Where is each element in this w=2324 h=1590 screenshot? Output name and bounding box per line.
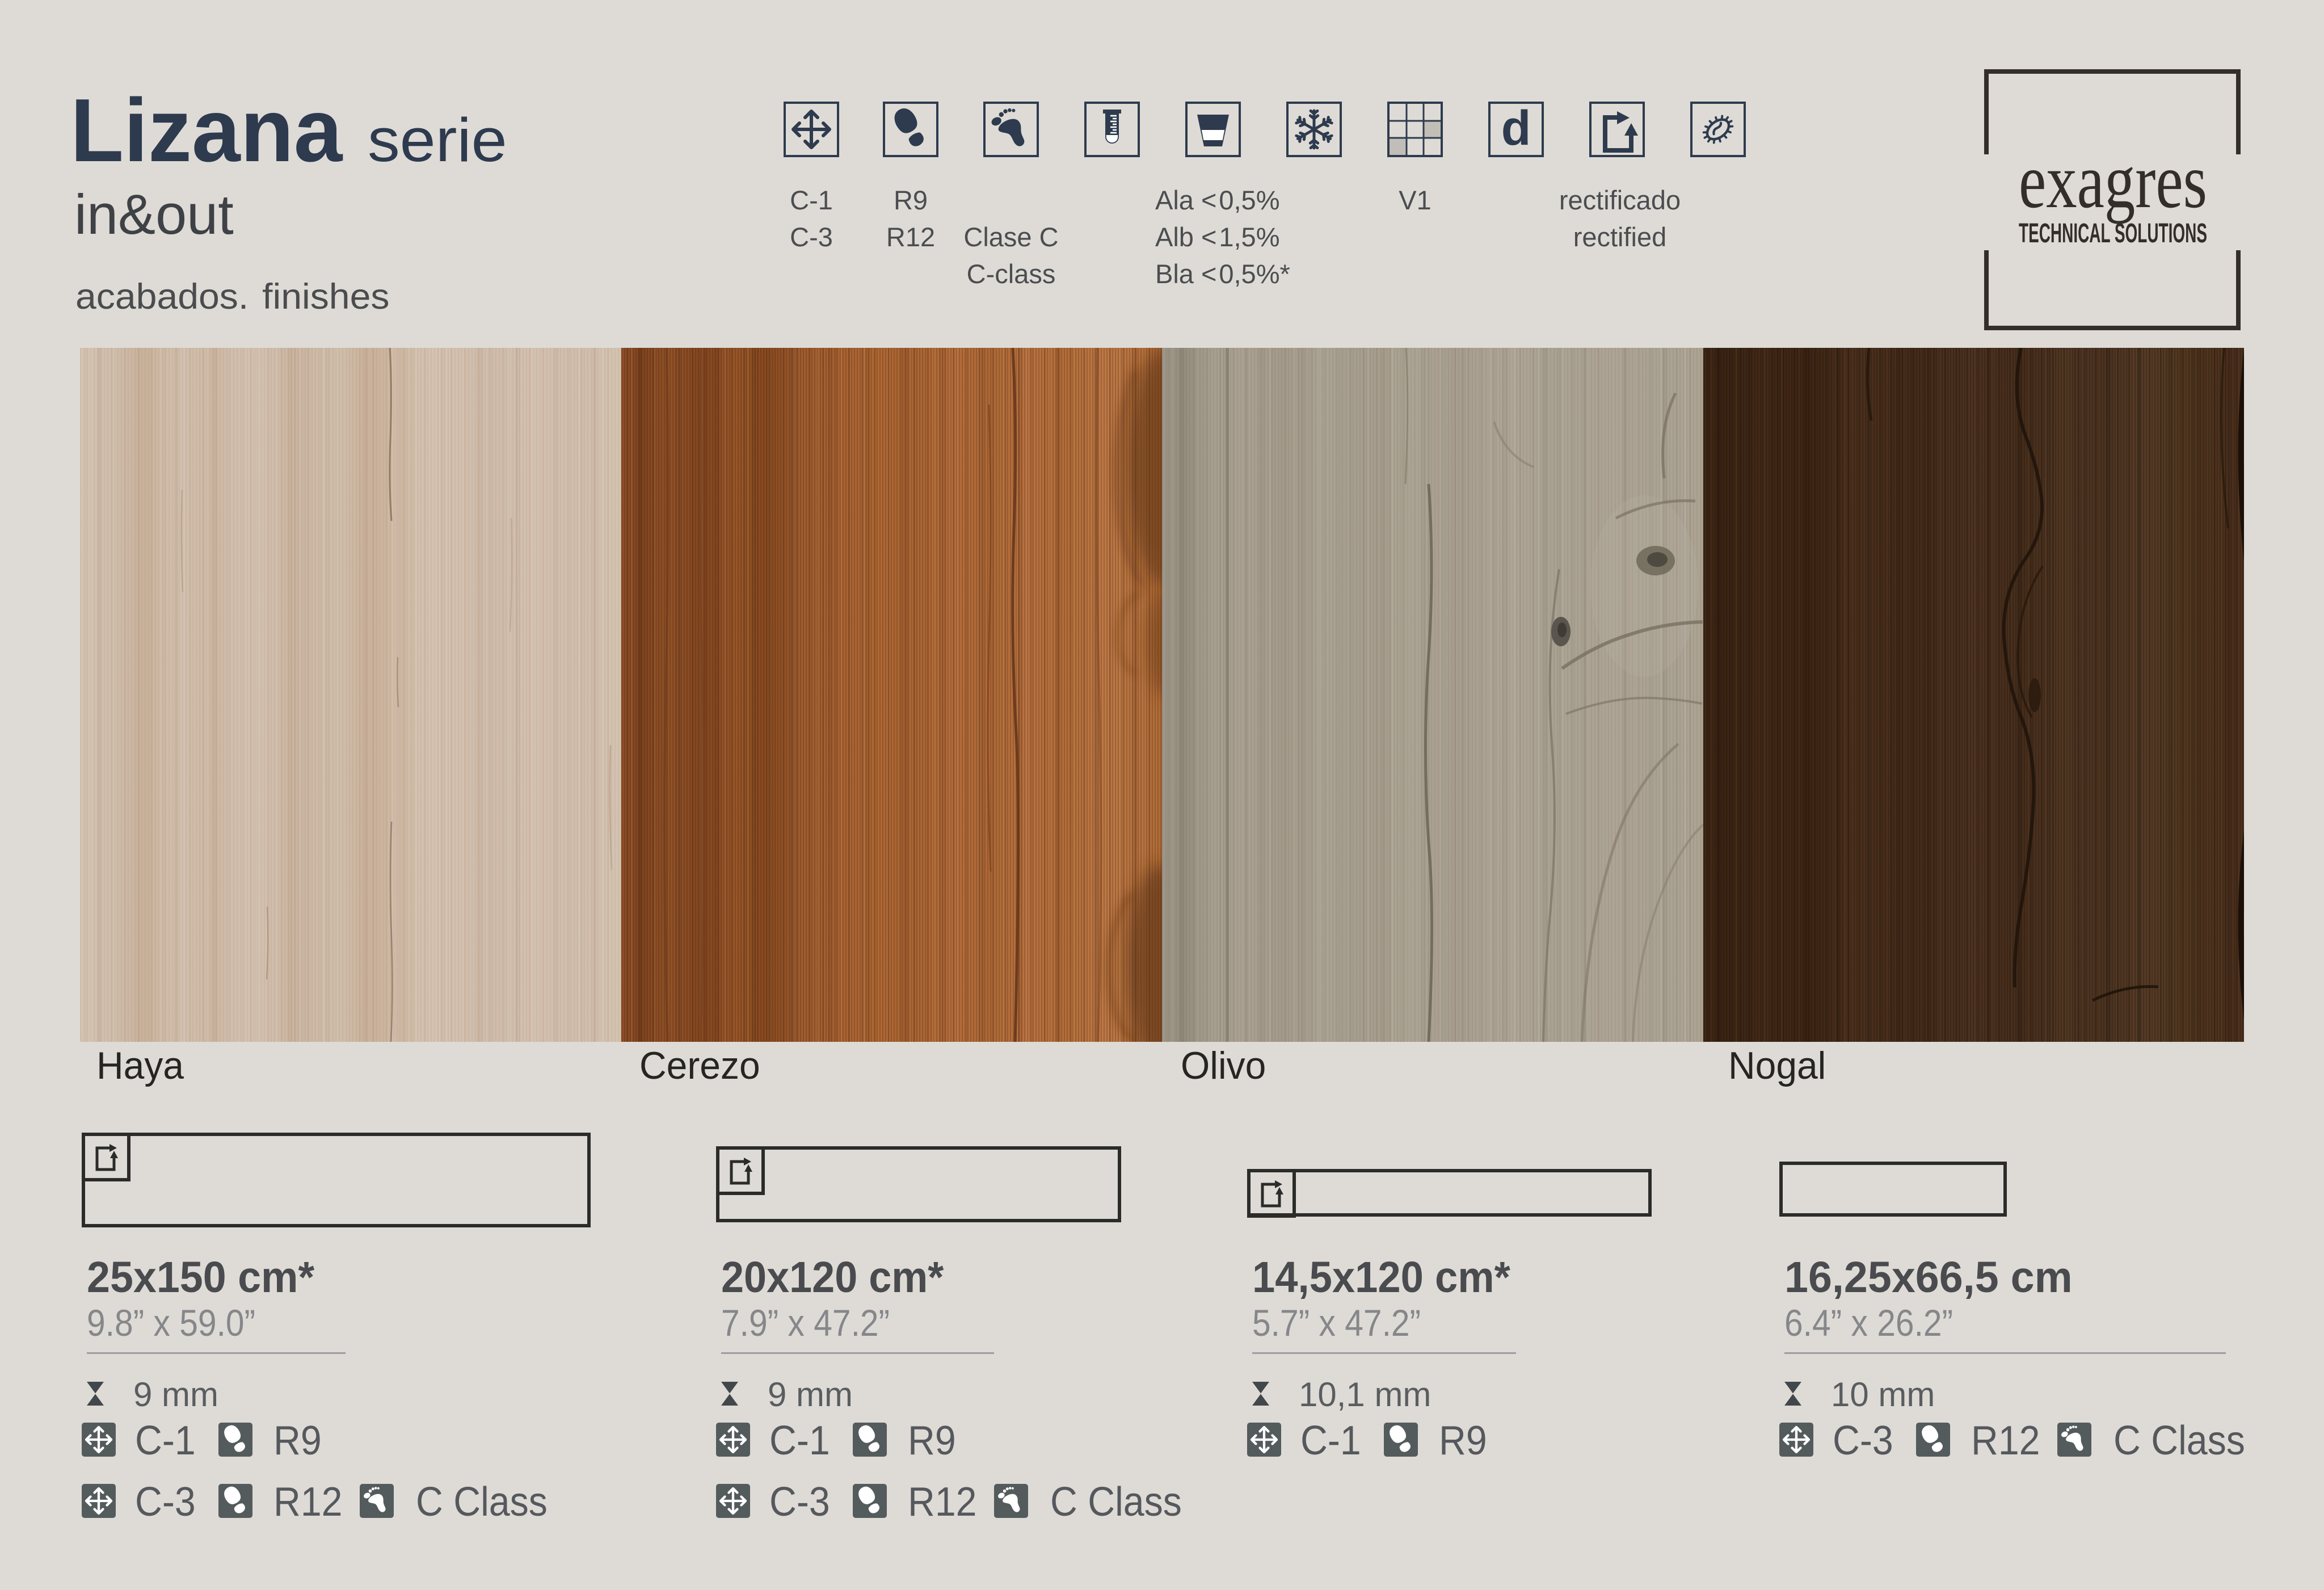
svg-text:exagres: exagres (2019, 137, 2207, 224)
svg-text:TECHNICAL SOLUTIONS: TECHNICAL SOLUTIONS (2019, 218, 2207, 249)
